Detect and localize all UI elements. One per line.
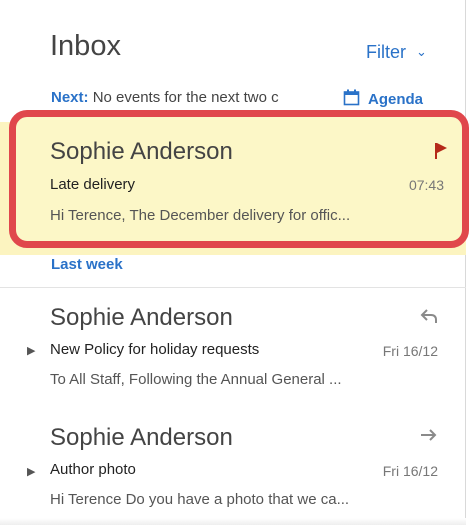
- message-subject: Author photo: [50, 461, 136, 478]
- message-item[interactable]: Sophie Anderson Late delivery 07:43 Hi T…: [0, 122, 466, 248]
- reply-icon: [420, 309, 437, 323]
- message-sender: Sophie Anderson: [50, 304, 233, 331]
- page-title: Inbox: [50, 30, 121, 62]
- message-sender: Sophie Anderson: [50, 138, 233, 165]
- next-label: Next:: [51, 89, 89, 106]
- list-bottom-edge: [0, 518, 466, 525]
- message-time: Fri 16/12: [382, 343, 438, 359]
- filter-button[interactable]: Filter ⌄: [366, 42, 427, 63]
- filter-label: Filter: [366, 42, 406, 62]
- upcoming-events-bar: Next: No events for the next two c Agend…: [51, 89, 441, 111]
- forward-icon: [421, 429, 437, 441]
- message-list-pane: Inbox Filter ⌄ Next: No events for the ne…: [0, 0, 469, 525]
- flag-icon[interactable]: [434, 142, 448, 160]
- message-preview: To All Staff, Following the Annual Gener…: [50, 371, 342, 388]
- section-header-last-week: Last week: [51, 256, 123, 273]
- calendar-icon: [343, 89, 360, 106]
- message-preview: Hi Terence Do you have a photo that we c…: [50, 491, 350, 508]
- next-events-text: No events for the next two c: [92, 89, 279, 106]
- expand-conversation-icon[interactable]: ▶: [27, 465, 35, 478]
- expand-conversation-icon[interactable]: ▶: [27, 344, 35, 357]
- message-subject: New Policy for holiday requests: [50, 341, 260, 358]
- message-item[interactable]: Sophie Anderson ▶ Author photo Fri 16/12…: [0, 410, 466, 518]
- agenda-button[interactable]: Agenda: [343, 89, 423, 108]
- message-sender: Sophie Anderson: [50, 424, 233, 451]
- message-item[interactable]: Sophie Anderson ▶ New Policy for holiday…: [0, 290, 466, 408]
- message-preview: Hi Terence, The December delivery for of…: [50, 207, 351, 224]
- agenda-label: Agenda: [368, 91, 424, 108]
- divider: [0, 287, 466, 288]
- message-subject: Late delivery: [50, 176, 136, 193]
- message-time: Fri 16/12: [382, 463, 438, 479]
- message-time: 07:43: [408, 177, 444, 193]
- chevron-down-icon: ⌄: [416, 44, 427, 59]
